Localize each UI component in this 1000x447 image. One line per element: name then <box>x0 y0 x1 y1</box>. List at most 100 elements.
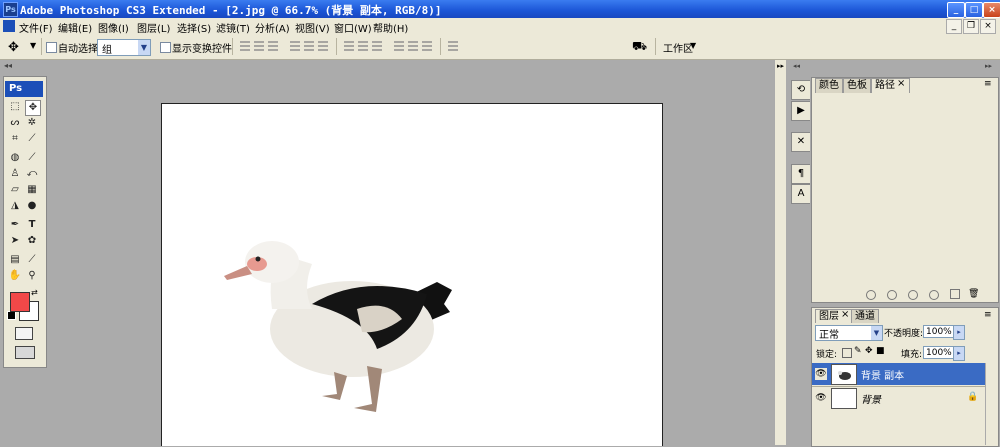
load-selection-icon[interactable] <box>908 290 918 300</box>
close-icon[interactable]: × <box>841 309 849 320</box>
menu-analysis[interactable]: 分析(A) <box>255 20 290 35</box>
healing-brush-tool-icon[interactable]: ◍ <box>8 151 22 165</box>
tool-presets-icon[interactable]: ✕ <box>791 132 811 152</box>
marquee-tool-icon[interactable]: ⬚ <box>8 100 22 114</box>
menu-filter[interactable]: 滤镜(T) <box>216 20 250 35</box>
zoom-tool-icon[interactable]: ⚲ <box>25 269 39 283</box>
opacity-input[interactable]: 100% <box>923 325 957 338</box>
tab-channels[interactable]: 通道 <box>851 309 879 323</box>
auto-select-dropdown[interactable]: 组 ▼ <box>97 39 151 56</box>
menu-image[interactable]: 图像(I) <box>98 20 129 35</box>
align-hcenter-icon[interactable] <box>304 41 314 53</box>
panel-menu-icon[interactable]: ≡ <box>984 79 992 89</box>
close-button[interactable]: × <box>983 2 1000 18</box>
doc-close-button[interactable]: × <box>980 19 996 34</box>
tab-color[interactable]: 颜色 <box>815 78 843 93</box>
show-transform-checkbox[interactable] <box>160 42 171 53</box>
menu-edit[interactable]: 编辑(E) <box>58 20 92 35</box>
collapse-icon[interactable]: ◂◂ <box>4 61 12 70</box>
menu-window[interactable]: 窗口(W) <box>334 20 372 35</box>
fill-input[interactable]: 100% <box>923 346 957 359</box>
trash-icon[interactable]: 🗑 <box>968 289 979 299</box>
actions-panel-icon[interactable]: ▶ <box>791 101 811 121</box>
eyedropper-tool-icon[interactable]: ⟋ <box>25 253 39 267</box>
default-colors-icon[interactable] <box>7 311 16 320</box>
swap-colors-icon[interactable]: ⇄ <box>31 288 38 297</box>
foreground-color-swatch[interactable] <box>10 292 30 312</box>
new-path-icon[interactable] <box>950 289 960 299</box>
document-icon[interactable] <box>3 20 15 32</box>
layer-row[interactable]: 👁 背景 副本 <box>812 363 985 385</box>
menu-view[interactable]: 视图(V) <box>295 20 330 35</box>
chevron-right-icon[interactable]: ▸ <box>953 346 965 361</box>
visibility-eye-icon[interactable]: 👁 <box>815 392 827 404</box>
distribute-hcenter-icon[interactable] <box>408 41 418 53</box>
dodge-tool-icon[interactable]: ● <box>25 199 39 213</box>
screen-mode-icon[interactable] <box>15 346 35 359</box>
make-work-path-icon[interactable] <box>929 290 939 300</box>
layer-row[interactable]: 👁 背景 🔒 <box>812 387 985 409</box>
path-selection-tool-icon[interactable]: ➤ <box>8 234 22 248</box>
collapse-icon[interactable]: ◂◂ <box>793 62 800 70</box>
distribute-left-icon[interactable] <box>394 41 404 53</box>
bridge-icon[interactable]: ⛟ <box>632 39 647 55</box>
history-panel-icon[interactable]: ⟲ <box>791 80 811 100</box>
distribute-bottom-icon[interactable] <box>372 41 382 53</box>
move-tool-icon[interactable]: ✥ <box>25 100 41 116</box>
notes-tool-icon[interactable]: ▤ <box>8 253 22 267</box>
chevron-right-icon[interactable]: ▸ <box>953 325 965 340</box>
magic-wand-tool-icon[interactable]: ✲ <box>25 116 39 130</box>
image-canvas[interactable] <box>161 103 663 446</box>
crop-tool-icon[interactable]: ⌗ <box>8 132 22 146</box>
blur-tool-icon[interactable]: ◮ <box>8 199 22 213</box>
doc-minimize-button[interactable]: _ <box>946 19 962 34</box>
clone-stamp-tool-icon[interactable]: ♙ <box>8 167 22 181</box>
paths-scrollbar[interactable] <box>988 94 997 290</box>
hand-tool-icon[interactable]: ✋ <box>8 269 22 283</box>
close-icon[interactable]: × <box>897 78 905 89</box>
align-vcenter-icon[interactable] <box>254 41 264 53</box>
menu-layer[interactable]: 图层(L) <box>137 20 170 35</box>
slice-tool-icon[interactable]: ⟋ <box>25 132 39 146</box>
move-tool-icon[interactable]: ✥ <box>8 40 19 55</box>
tab-swatches[interactable]: 色板 <box>843 78 871 93</box>
lock-pixels-icon[interactable]: ✎ <box>854 346 862 356</box>
distribute-top-icon[interactable] <box>344 41 354 53</box>
custom-shape-tool-icon[interactable]: ✿ <box>25 234 39 248</box>
stroke-path-icon[interactable] <box>887 290 897 300</box>
eraser-tool-icon[interactable]: ▱ <box>8 183 22 197</box>
chevron-down-icon[interactable]: ▼ <box>30 41 36 50</box>
history-brush-tool-icon[interactable]: ⤺ <box>25 167 39 181</box>
fill-path-icon[interactable] <box>866 290 876 300</box>
align-bottom-icon[interactable] <box>268 41 278 53</box>
align-top-icon[interactable] <box>240 41 250 53</box>
doc-restore-button[interactable]: ❐ <box>963 19 979 34</box>
collapse-icon[interactable]: ▸▸ <box>777 62 784 70</box>
menu-help[interactable]: 帮助(H) <box>373 20 408 35</box>
menu-select[interactable]: 选择(S) <box>177 20 211 35</box>
menu-file[interactable]: 文件(F) <box>19 20 53 35</box>
panel-menu-icon[interactable]: ≡ <box>984 310 992 320</box>
paragraph-panel-icon[interactable]: ¶ <box>791 164 811 184</box>
lock-all-icon[interactable]: ■ <box>876 346 885 356</box>
brush-tool-icon[interactable]: ⟋ <box>25 151 39 165</box>
align-left-icon[interactable] <box>290 41 300 53</box>
quick-mask-icon[interactable] <box>15 327 33 340</box>
chevron-down-icon[interactable]: ▼ <box>690 41 696 50</box>
auto-select-checkbox[interactable] <box>46 42 57 53</box>
type-tool-icon[interactable]: T <box>25 218 39 232</box>
layer-name[interactable]: 背景 <box>861 391 881 406</box>
expand-icon[interactable]: ▸▸ <box>985 62 992 70</box>
distribute-vcenter-icon[interactable] <box>358 41 368 53</box>
character-panel-icon[interactable]: A <box>791 184 811 204</box>
workspace-button[interactable]: 工作区 <box>663 40 693 55</box>
pen-tool-icon[interactable]: ✒ <box>8 218 22 232</box>
gradient-tool-icon[interactable]: ▦ <box>25 183 39 197</box>
layers-scrollbar[interactable] <box>985 363 997 445</box>
align-right-icon[interactable] <box>318 41 328 53</box>
layer-name[interactable]: 背景 副本 <box>861 367 904 382</box>
auto-align-icon[interactable] <box>448 41 458 53</box>
lock-transparency-icon[interactable] <box>842 348 852 358</box>
minimize-button[interactable]: _ <box>947 2 965 18</box>
distribute-right-icon[interactable] <box>422 41 432 53</box>
